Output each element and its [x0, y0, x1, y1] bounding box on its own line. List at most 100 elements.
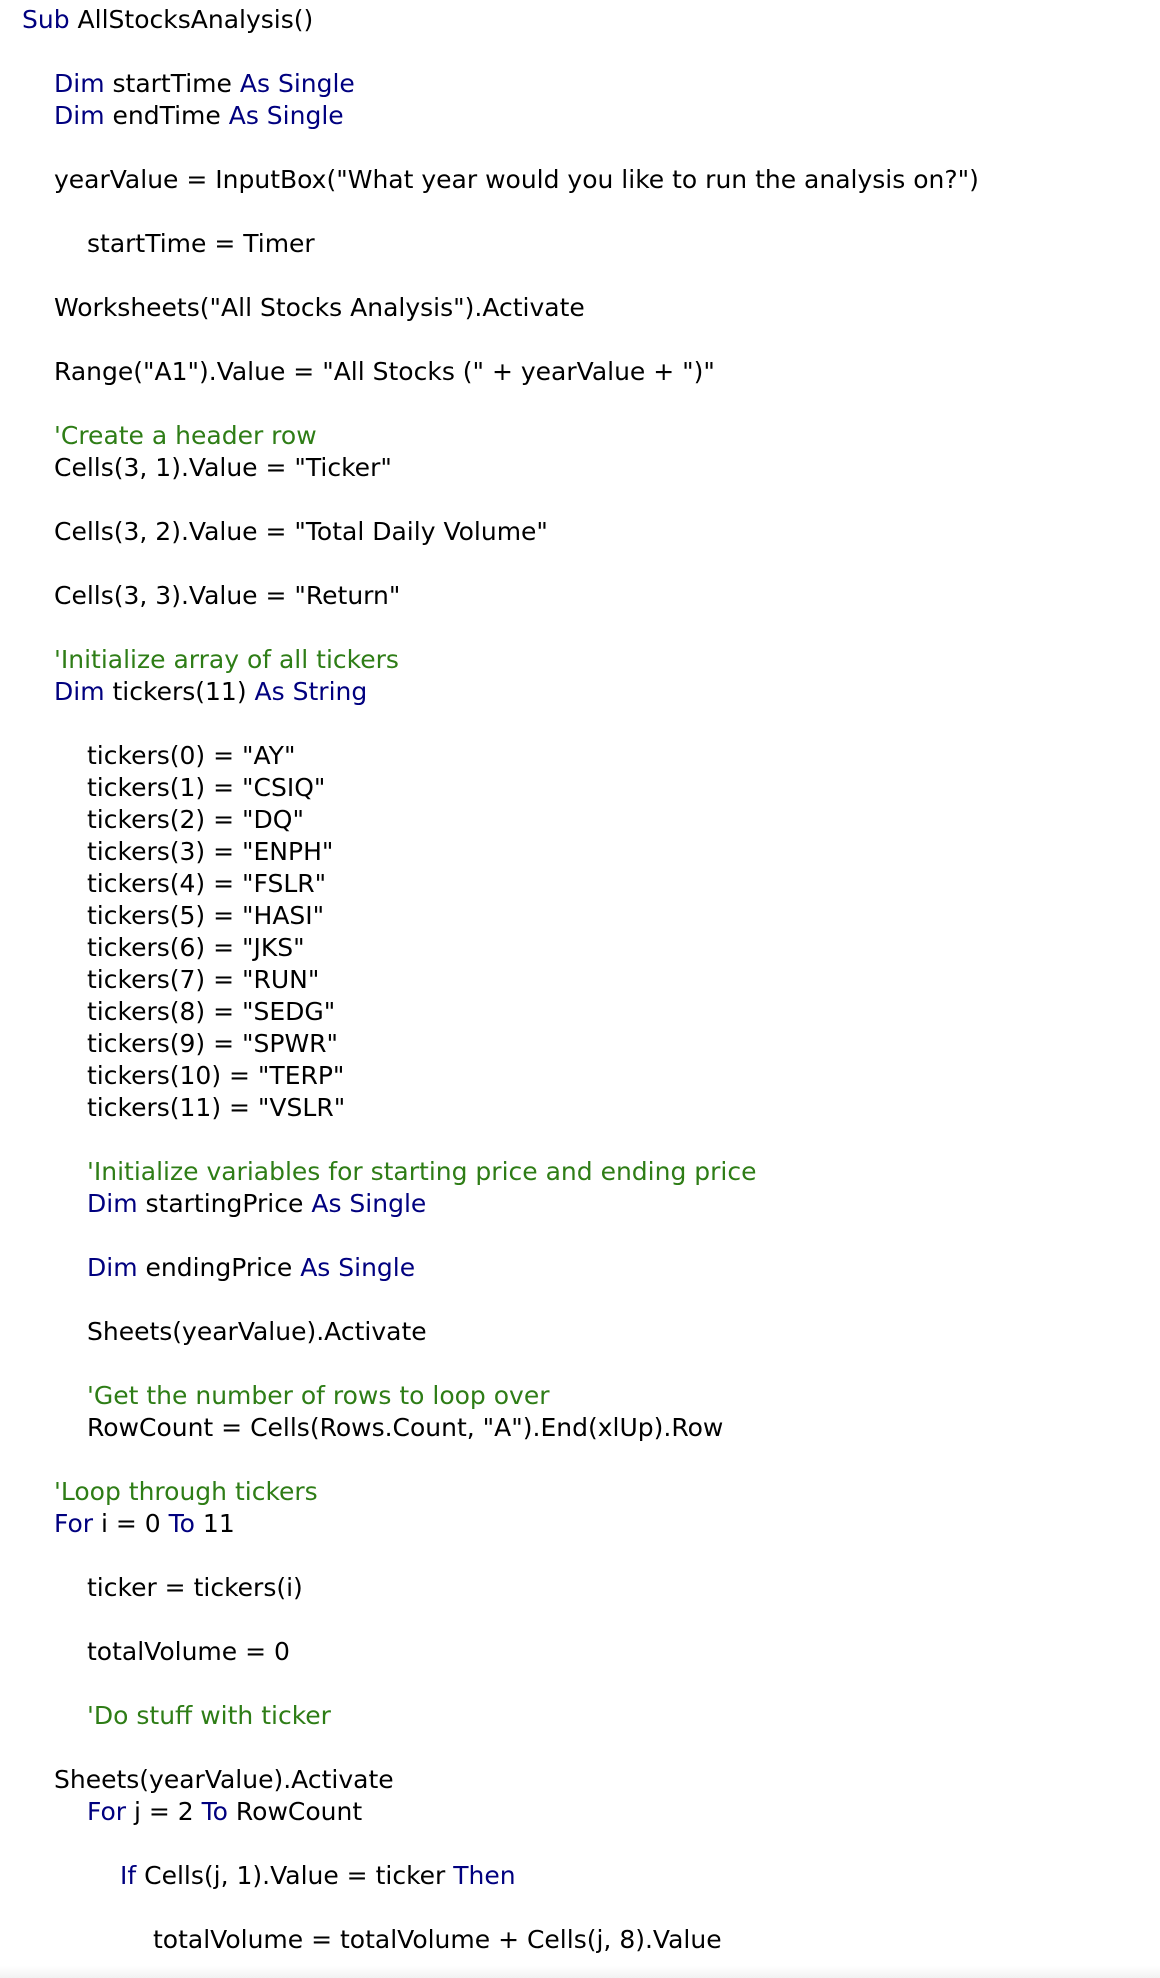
keyword-token: If: [120, 1861, 137, 1890]
code-token: AllStocksAnalysis(): [69, 5, 314, 34]
code-token: startingPrice: [137, 1189, 312, 1218]
code-token: tickers(6) = "JKS": [87, 933, 305, 962]
code-token: tickers(11) = "VSLR": [87, 1093, 346, 1122]
code-token: ticker = tickers(i): [87, 1573, 303, 1602]
code-line: 'Loop through tickers: [54, 1476, 318, 1508]
comment-token: 'Create a header row: [54, 421, 317, 450]
keyword-token: As Single: [311, 1189, 427, 1218]
code-token: tickers(2) = "DQ": [87, 805, 304, 834]
keyword-token: Dim: [54, 677, 105, 706]
code-line: startTime = Timer: [87, 228, 315, 260]
code-token: tickers(1) = "CSIQ": [87, 773, 326, 802]
keyword-token: For: [54, 1509, 94, 1538]
code-token: Cells(3, 3).Value = "Return": [54, 581, 401, 610]
code-line: If Cells(j, 1).Value = ticker Then: [120, 1860, 516, 1892]
code-token: yearValue = InputBox("What year would yo…: [54, 165, 979, 194]
code-line: tickers(1) = "CSIQ": [87, 772, 325, 804]
code-token: RowCount = Cells(Rows.Count, "A").End(xl…: [87, 1413, 724, 1442]
code-line: tickers(11) = "VSLR": [87, 1092, 345, 1124]
code-token: Range("A1").Value = "All Stocks (" + yea…: [54, 357, 715, 386]
comment-token: 'Initialize array of all tickers: [54, 645, 399, 674]
code-token: Sheets(yearValue).Activate: [54, 1765, 394, 1794]
code-line: tickers(7) = "RUN": [87, 964, 319, 996]
code-line: tickers(5) = "HASI": [87, 900, 324, 932]
code-token: tickers(10) = "TERP": [87, 1061, 345, 1090]
code-token: Sheets(yearValue).Activate: [87, 1317, 427, 1346]
code-token: Cells(3, 2).Value = "Total Daily Volume": [54, 517, 548, 546]
keyword-token: As Single: [300, 1253, 416, 1282]
code-line: tickers(8) = "SEDG": [87, 996, 335, 1028]
code-line: RowCount = Cells(Rows.Count, "A").End(xl…: [87, 1412, 723, 1444]
code-line: 'Get the number of rows to loop over: [87, 1380, 550, 1412]
keyword-token: Dim: [87, 1253, 138, 1282]
code-line: 'Do stuff with ticker: [87, 1700, 331, 1732]
comment-token: 'Initialize variables for starting price…: [87, 1157, 757, 1186]
code-token: j = 2: [126, 1797, 202, 1826]
code-line: Cells(3, 3).Value = "Return": [54, 580, 400, 612]
keyword-token: For: [87, 1797, 127, 1826]
code-token: tickers(7) = "RUN": [87, 965, 320, 994]
code-line: 'Initialize array of all tickers: [54, 644, 399, 676]
code-token: Cells(3, 1).Value = "Ticker": [54, 453, 392, 482]
code-line: Sheets(yearValue).Activate: [87, 1316, 427, 1348]
code-editor[interactable]: Sub AllStocksAnalysis() Dim startTime As …: [0, 0, 1160, 1978]
code-line: tickers(6) = "JKS": [87, 932, 305, 964]
code-token: tickers(9) = "SPWR": [87, 1029, 339, 1058]
code-line: 'Initialize variables for starting price…: [87, 1156, 757, 1188]
code-line: tickers(2) = "DQ": [87, 804, 304, 836]
code-line: Worksheets("All Stocks Analysis").Activa…: [54, 292, 585, 324]
code-token: totalVolume = totalVolume + Cells(j, 8).…: [153, 1925, 722, 1954]
code-line: Dim tickers(11) As String: [54, 676, 367, 708]
code-line: tickers(0) = "AY": [87, 740, 295, 772]
comment-token: 'Get the number of rows to loop over: [87, 1381, 550, 1410]
code-token: RowCount: [227, 1797, 363, 1826]
keyword-token: Then: [453, 1861, 516, 1890]
code-line: Dim startTime As Single: [54, 68, 355, 100]
code-line: tickers(4) = "FSLR": [87, 868, 326, 900]
keyword-token: To: [201, 1797, 228, 1826]
code-line: Cells(3, 2).Value = "Total Daily Volume": [54, 516, 548, 548]
code-line: totalVolume = totalVolume + Cells(j, 8).…: [153, 1924, 722, 1956]
keyword-token: Sub: [22, 5, 70, 34]
code-line: Cells(3, 1).Value = "Ticker": [54, 452, 392, 484]
code-token: endingPrice: [137, 1253, 301, 1282]
code-token: tickers(5) = "HASI": [87, 901, 325, 930]
code-token: 11: [194, 1509, 235, 1538]
code-token: Worksheets("All Stocks Analysis").Activa…: [54, 293, 585, 322]
code-line: For j = 2 To RowCount: [87, 1796, 362, 1828]
code-token: totalVolume = 0: [87, 1637, 290, 1666]
keyword-token: Dim: [87, 1189, 138, 1218]
code-line: tickers(9) = "SPWR": [87, 1028, 338, 1060]
code-line: ticker = tickers(i): [87, 1572, 303, 1604]
code-line: tickers(10) = "TERP": [87, 1060, 344, 1092]
code-line: Dim startingPrice As Single: [87, 1188, 426, 1220]
code-line: yearValue = InputBox("What year would yo…: [54, 164, 979, 196]
code-token: tickers(4) = "FSLR": [87, 869, 327, 898]
code-token: tickers(0) = "AY": [87, 741, 296, 770]
keyword-token: As Single: [239, 69, 355, 98]
code-line: totalVolume = 0: [87, 1636, 290, 1668]
code-line: tickers(3) = "ENPH": [87, 836, 333, 868]
code-token: i = 0: [93, 1509, 169, 1538]
code-line: 'Create a header row: [54, 420, 317, 452]
keyword-token: Dim: [54, 101, 105, 130]
code-token: startTime = Timer: [87, 229, 315, 258]
code-token: endTime: [104, 101, 229, 130]
bottom-edge: [0, 1966, 1160, 1978]
code-token: Cells(j, 1).Value = ticker: [136, 1861, 454, 1890]
keyword-token: As String: [254, 677, 368, 706]
code-line: Range("A1").Value = "All Stocks (" + yea…: [54, 356, 715, 388]
comment-token: 'Do stuff with ticker: [87, 1701, 331, 1730]
code-token: tickers(8) = "SEDG": [87, 997, 336, 1026]
code-token: tickers(3) = "ENPH": [87, 837, 334, 866]
code-line: Sheets(yearValue).Activate: [54, 1764, 394, 1796]
comment-token: 'Loop through tickers: [54, 1477, 318, 1506]
keyword-token: To: [168, 1509, 195, 1538]
keyword-token: As Single: [228, 101, 344, 130]
keyword-token: Dim: [54, 69, 105, 98]
code-token: startTime: [104, 69, 240, 98]
code-token: tickers(11): [104, 677, 255, 706]
code-line: Dim endingPrice As Single: [87, 1252, 415, 1284]
code-line: Dim endTime As Single: [54, 100, 344, 132]
code-line: For i = 0 To 11: [54, 1508, 235, 1540]
